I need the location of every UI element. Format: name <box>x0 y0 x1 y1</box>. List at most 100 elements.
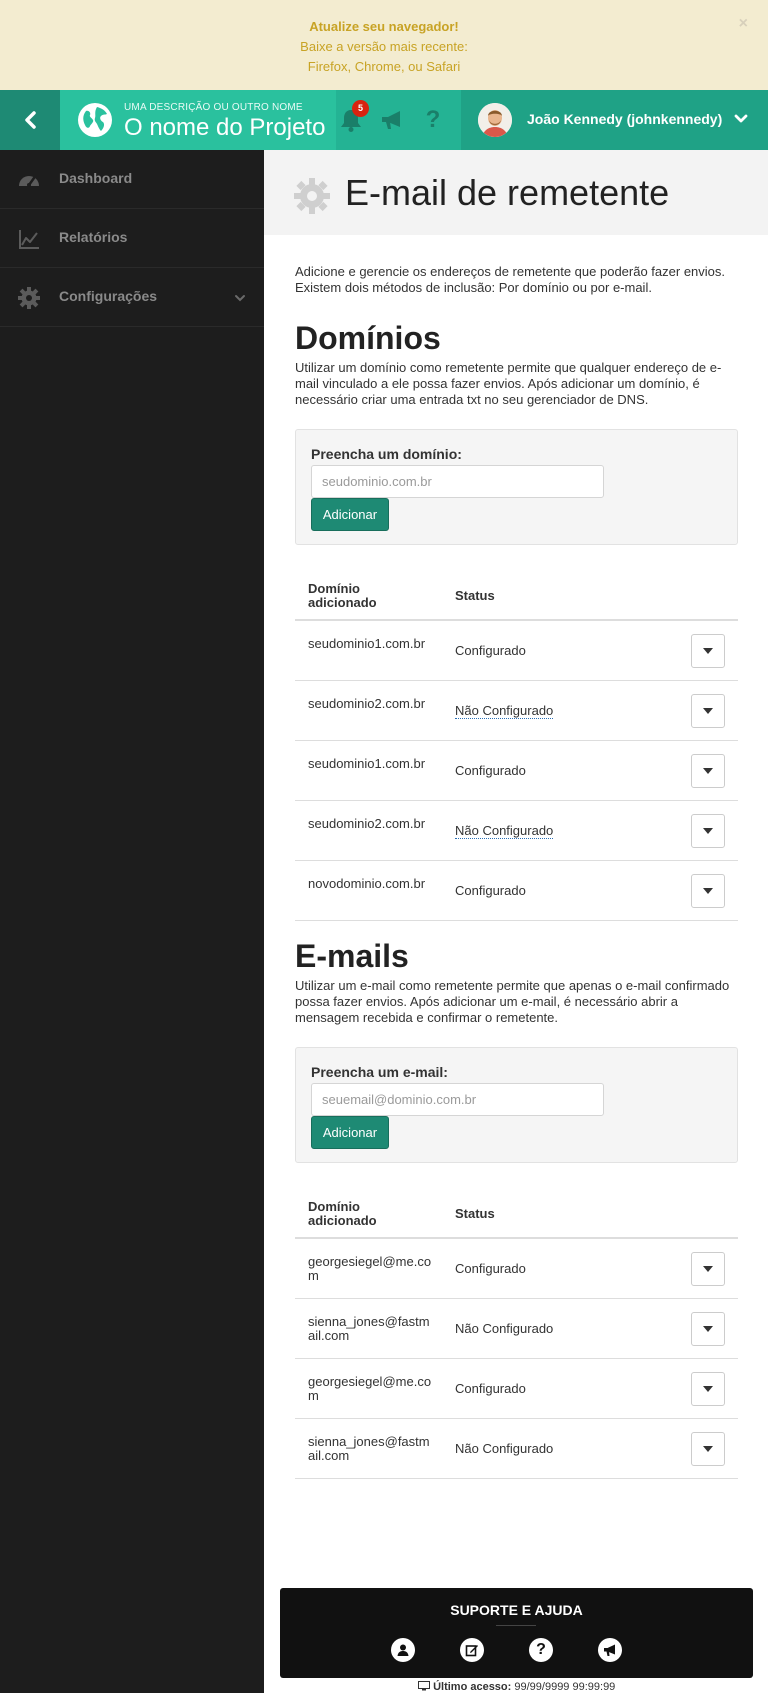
caret-down-icon <box>703 708 713 714</box>
project-name: O nome do Projeto <box>124 114 326 141</box>
email-address: georgesiegel@me.com <box>308 1254 432 1283</box>
caret-down-icon <box>703 1386 713 1392</box>
chart-line-icon <box>19 230 39 249</box>
add-email-button[interactable]: Adicionar <box>311 1116 389 1149</box>
notification-badge: 5 <box>352 100 369 117</box>
row-actions-dropdown[interactable] <box>691 694 725 728</box>
email-address: sienna_jones@fastmail.com <box>308 1314 430 1343</box>
table-row: seudominio1.com.br Configurado <box>295 741 738 801</box>
status-text: Não Configurado <box>455 1321 554 1336</box>
sidebar-item-dashboard[interactable]: Dashboard <box>0 150 264 209</box>
row-actions-dropdown[interactable] <box>691 874 725 908</box>
status-text[interactable]: Não Configurado <box>455 703 554 719</box>
domain-name: seudominio1.com.br <box>308 756 426 771</box>
table-row: novodominio.com.br Configurado <box>295 861 738 921</box>
domain-name: seudominio2.com.br <box>308 696 426 711</box>
monitor-icon <box>418 1681 430 1691</box>
banner-line: Baixe a versão mais recente: <box>300 39 468 54</box>
status-text: Configurado <box>455 1261 526 1276</box>
caret-down-icon <box>703 888 713 894</box>
page-intro: Adicione e gerencie os endereços de reme… <box>295 264 726 295</box>
table-row: seudominio1.com.br Configurado <box>295 621 738 681</box>
chevron-left-icon <box>25 111 36 129</box>
back-button[interactable] <box>0 90 60 150</box>
page-header: E-mail de remetente <box>264 150 768 235</box>
column-header-domain: Domínio adicionado <box>308 1199 377 1228</box>
sidebar-item-configuracoes[interactable]: Configurações <box>0 268 264 327</box>
table-row: georgesiegel@me.com Configurado <box>295 1239 738 1299</box>
caret-down-icon <box>703 1326 713 1332</box>
table-row: georgesiegel@me.com Configurado <box>295 1359 738 1419</box>
gear-icon <box>18 287 40 309</box>
user-name: João Kennedy (johnkennedy) <box>527 111 723 127</box>
table-header: Domínio adicionado Status <box>295 1183 738 1239</box>
sidebar-item-label: Relatórios <box>59 229 128 245</box>
table-row: seudominio2.com.br Não Configurado <box>295 801 738 861</box>
banner-browsers: Firefox, Chrome, ou Safari <box>307 59 461 74</box>
domain-name: novodominio.com.br <box>308 876 426 891</box>
column-header-status: Status <box>455 1206 495 1221</box>
page-title: E-mail de remetente <box>345 172 670 213</box>
megaphone-icon <box>382 111 400 129</box>
domain-form: Preencha um domínio: Adicionar <box>295 429 738 545</box>
caret-down-icon <box>703 1266 713 1272</box>
globe-icon <box>78 103 112 137</box>
emails-description: Utilizar um e-mail como remetente permit… <box>295 978 730 1025</box>
close-icon[interactable]: × <box>739 14 748 34</box>
caret-down-icon <box>703 828 713 834</box>
row-actions-dropdown[interactable] <box>691 1312 725 1346</box>
edit-icon[interactable] <box>460 1638 484 1662</box>
email-form: Preencha um e-mail: Adicionar <box>295 1047 738 1163</box>
status-text: Configurado <box>455 883 526 898</box>
domain-name: seudominio1.com.br <box>308 636 426 651</box>
avatar <box>478 103 512 137</box>
add-domain-button[interactable]: Adicionar <box>311 498 389 531</box>
project-subtitle: UMA DESCRIÇÃO OU OUTRO NOME <box>124 102 303 113</box>
row-actions-dropdown[interactable] <box>691 1252 725 1286</box>
top-bar: UMA DESCRIÇÃO OU OUTRO NOME O nome do Pr… <box>0 90 768 150</box>
sidebar-item-label: Configurações <box>59 288 158 304</box>
divider <box>496 1625 536 1626</box>
user-menu[interactable]: João Kennedy (johnkennedy) <box>461 90 768 150</box>
domain-field-label: Preencha um domínio: <box>311 446 462 462</box>
email-field-label: Preencha um e-mail: <box>311 1064 448 1080</box>
caret-down-icon <box>703 1446 713 1452</box>
row-actions-dropdown[interactable] <box>691 634 725 668</box>
row-actions-dropdown[interactable] <box>691 1432 725 1466</box>
support-panel: SUPORTE E AJUDA ? <box>280 1588 753 1678</box>
chevron-down-icon <box>734 114 748 123</box>
row-actions-dropdown[interactable] <box>691 814 725 848</box>
status-text: Não Configurado <box>455 1441 554 1456</box>
domains-description: Utilizar um domínio como remetente permi… <box>295 360 722 407</box>
domain-name: seudominio2.com.br <box>308 816 426 831</box>
dashboard-icon <box>19 176 39 187</box>
table-header: Domínio adicionado Status <box>295 565 738 621</box>
row-actions-dropdown[interactable] <box>691 1372 725 1406</box>
table-row: sienna_jones@fastmail.com Não Configurad… <box>295 1419 738 1479</box>
announcements-button[interactable] <box>379 106 405 134</box>
domain-input[interactable] <box>311 465 604 498</box>
caret-down-icon <box>703 648 713 654</box>
column-header-status: Status <box>455 588 495 603</box>
last-access-label: Último acesso: <box>433 1681 512 1693</box>
project-brand[interactable]: UMA DESCRIÇÃO OU OUTRO NOME O nome do Pr… <box>60 90 336 150</box>
question-icon: ? <box>425 106 441 133</box>
support-title: SUPORTE E AJUDA <box>450 1602 583 1618</box>
user-icon[interactable] <box>391 1638 415 1662</box>
email-input[interactable] <box>311 1083 604 1116</box>
help-button[interactable]: ? <box>420 106 446 134</box>
sidebar: Dashboard Relatórios Configurações <box>0 150 264 1693</box>
status-text[interactable]: Não Configurado <box>455 823 554 839</box>
caret-down-icon <box>703 768 713 774</box>
megaphone-icon[interactable] <box>598 1638 622 1662</box>
status-text: Configurado <box>455 763 526 778</box>
email-address: georgesiegel@me.com <box>308 1374 432 1403</box>
last-access-value: 99/99/9999 99:99:99 <box>514 1681 616 1693</box>
email-address: sienna_jones@fastmail.com <box>308 1434 430 1463</box>
row-actions-dropdown[interactable] <box>691 754 725 788</box>
help-icon[interactable]: ? <box>529 1638 553 1662</box>
emails-table: Domínio adicionado Status georgesiegel@m… <box>295 1183 738 1479</box>
sidebar-item-relatorios[interactable]: Relatórios <box>0 209 264 268</box>
column-header-domain: Domínio adicionado <box>308 581 377 610</box>
gear-icon <box>294 178 330 214</box>
